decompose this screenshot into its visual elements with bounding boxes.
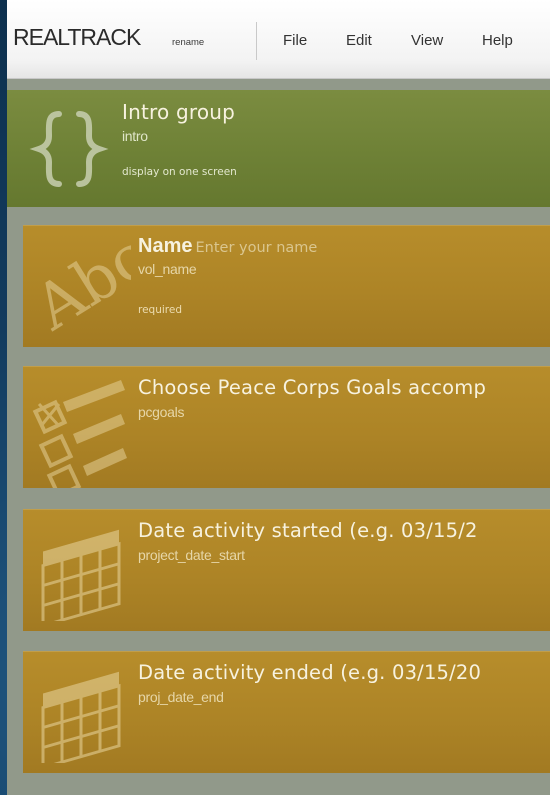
form-builder-canvas: REALTRACK rename File Edit View Help Int… <box>7 0 550 795</box>
group-title: Intro group <box>122 100 236 124</box>
question-card-date-end[interactable]: Date activity ended (e.g. 03/15/20 proj_… <box>23 651 550 773</box>
group-var-name: intro <box>122 128 148 144</box>
menu-view[interactable]: View <box>411 32 443 49</box>
group-display-option: display on one screen <box>122 166 237 178</box>
calendar-grid-icon <box>31 525 131 621</box>
app-title: REALTRACK <box>13 24 141 50</box>
question-var-name: vol_name <box>138 261 197 277</box>
text-abc-icon: Abc <box>31 235 131 335</box>
question-label: Choose Peace Corps Goals accomp <box>138 376 487 399</box>
question-var-name: proj_date_end <box>138 689 224 705</box>
required-flag: required <box>138 304 182 316</box>
menu-help[interactable]: Help <box>482 32 513 49</box>
toolbar-divider <box>256 22 257 60</box>
menu-file[interactable]: File <box>283 32 307 49</box>
calendar-grid-icon <box>31 667 131 763</box>
menu-edit[interactable]: Edit <box>346 32 372 49</box>
question-card-date-start[interactable]: Date activity started (e.g. 03/15/2 proj… <box>23 509 550 631</box>
group-intro[interactable]: Intro group intro display on one screen <box>7 90 550 207</box>
question-label: Date activity started (e.g. 03/15/2 <box>138 519 478 542</box>
question-card-pcgoals[interactable]: Choose Peace Corps Goals accomp pcgoals <box>23 366 550 488</box>
question-label: Date activity ended (e.g. 03/15/20 <box>138 661 482 684</box>
question-var-name: project_date_start <box>138 547 245 563</box>
checklist-icon <box>29 378 129 488</box>
question-card-name[interactable]: Abc Name Enter your name vol_name require… <box>23 225 550 347</box>
curly-braces-icon <box>29 108 109 190</box>
question-label: Name <box>138 235 193 257</box>
top-toolbar: REALTRACK rename File Edit View Help <box>7 0 550 79</box>
question-title: Name Enter your name <box>138 235 317 258</box>
question-hint: Enter your name <box>195 240 318 256</box>
svg-text:Abc: Abc <box>31 235 131 335</box>
question-var-name: pcgoals <box>138 404 185 420</box>
rename-link[interactable]: rename <box>172 37 204 48</box>
